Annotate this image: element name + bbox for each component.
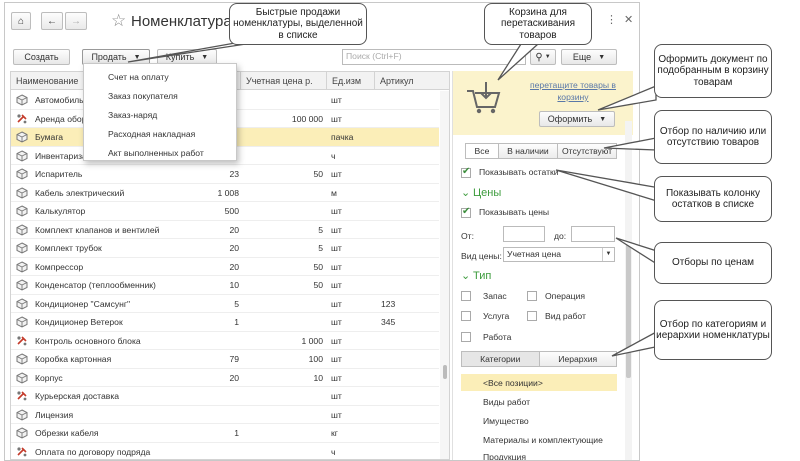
callout-category-filter: Отбор по категориям и иерархии номенклат… [654, 300, 772, 360]
callout-checkout-document: Оформить документ по подобранным в корзи… [654, 44, 772, 98]
callout-price-filter: Отборы по ценам [654, 242, 772, 284]
callout-quick-sale: Быстрые продажи номенклатуры, выделенной… [229, 3, 367, 45]
callout-availability-filter: Отбор по наличию или отсутствию товаров [654, 110, 772, 164]
callout-cart: Корзина для перетаскивания товаров [484, 3, 592, 45]
callout-stock-column: Показывать колонку остатков в списке [654, 176, 772, 222]
